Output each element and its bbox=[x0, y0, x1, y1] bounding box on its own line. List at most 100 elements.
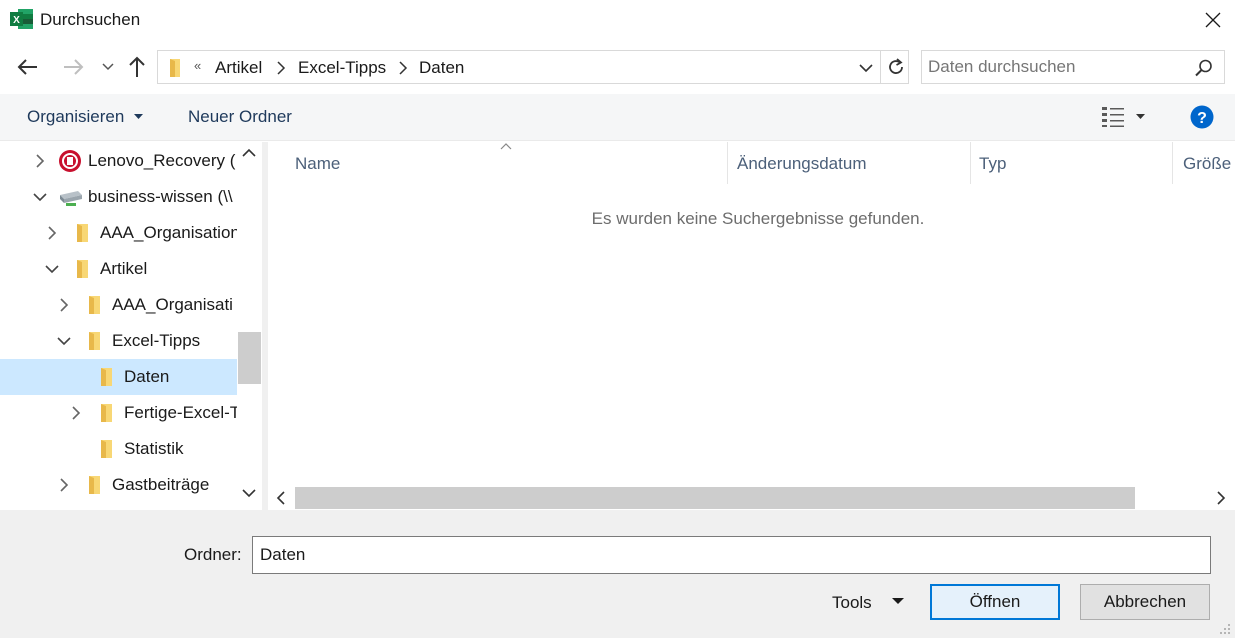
folder-input[interactable] bbox=[252, 536, 1211, 574]
arrow-right-icon bbox=[64, 59, 84, 75]
close-button[interactable] bbox=[1196, 4, 1230, 36]
divider bbox=[880, 51, 881, 83]
folder-label: Ordner: bbox=[184, 545, 242, 564]
arrow-left-icon bbox=[17, 59, 37, 75]
search-icon[interactable] bbox=[1194, 58, 1214, 78]
window-title: Durchsuchen bbox=[40, 10, 141, 29]
tree-item-daten[interactable]: Daten bbox=[0, 359, 237, 395]
excel-icon: X bbox=[10, 9, 33, 29]
dialog-footer: Ordner: Tools Öffnen Abbrechen bbox=[0, 510, 1235, 638]
tree-item-label: Artikel bbox=[100, 259, 148, 278]
column-header-date[interactable]: Änderungsdatum bbox=[728, 142, 970, 184]
tree-item-gastbeitraege[interactable]: Gastbeiträge bbox=[0, 467, 237, 503]
tree-item-label: Lenovo_Recovery ( bbox=[88, 151, 236, 170]
search-input[interactable] bbox=[928, 57, 1186, 77]
chevron-down-icon[interactable] bbox=[32, 189, 48, 205]
new-folder-button[interactable]: Neuer Ordner bbox=[188, 107, 292, 127]
tree-item-excel-tipps[interactable]: Excel-Tipps bbox=[0, 323, 237, 359]
chevron-down-icon[interactable] bbox=[44, 261, 60, 277]
tree-item-statistik[interactable]: Statistik bbox=[0, 431, 237, 467]
tree-item-business-wissen[interactable]: business-wissen (\\ bbox=[0, 179, 237, 215]
cancel-button[interactable]: Abbrechen bbox=[1080, 584, 1210, 620]
tree-item-fertige-excel[interactable]: Fertige-Excel-T bbox=[0, 395, 237, 431]
close-icon bbox=[1205, 12, 1221, 28]
folder-icon bbox=[170, 59, 180, 77]
chevron-right-icon[interactable] bbox=[32, 153, 48, 169]
folder-icon bbox=[77, 260, 88, 278]
folder-icon bbox=[89, 296, 100, 314]
scroll-right-icon[interactable] bbox=[1216, 491, 1226, 505]
folder-icon bbox=[77, 224, 88, 242]
column-header-name[interactable]: Name bbox=[268, 142, 727, 184]
folder-icon bbox=[101, 440, 112, 458]
chevron-down-icon[interactable] bbox=[56, 333, 72, 349]
tree-item-artikel[interactable]: Artikel bbox=[0, 251, 237, 287]
chevron-right-icon[interactable] bbox=[398, 61, 408, 75]
recent-locations-button[interactable] bbox=[93, 52, 123, 82]
search-box[interactable] bbox=[921, 50, 1225, 84]
folder-icon bbox=[89, 332, 100, 350]
column-header-size[interactable]: Größe bbox=[1173, 142, 1235, 184]
tree-item-label: business-wissen (\\ bbox=[88, 187, 233, 206]
tree-item-label: Excel-Tipps bbox=[112, 331, 201, 350]
empty-message: Es wurden keine Suchergebnisse gefunden. bbox=[591, 209, 925, 228]
chevron-right-icon[interactable] bbox=[56, 297, 72, 313]
column-header-label: Änderungsdatum bbox=[737, 154, 867, 173]
column-header-label: Name bbox=[295, 154, 341, 173]
recovery-drive-icon bbox=[59, 150, 81, 172]
breadcrumb-overflow[interactable]: « bbox=[194, 58, 201, 73]
scroll-down-icon[interactable] bbox=[242, 488, 256, 498]
dropdown-arrow-icon[interactable] bbox=[134, 114, 143, 120]
tree-item-label: Fertige-Excel-T bbox=[124, 403, 237, 422]
tree-item-label: AAA_Organisati bbox=[112, 295, 233, 314]
resize-grip-icon[interactable] bbox=[1218, 622, 1232, 636]
title-bar: X Durchsuchen bbox=[0, 0, 1235, 40]
dropdown-arrow-icon[interactable] bbox=[892, 598, 904, 605]
scrollbar-thumb[interactable] bbox=[295, 487, 1135, 509]
refresh-button[interactable] bbox=[884, 55, 908, 79]
scroll-up-icon[interactable] bbox=[242, 148, 256, 158]
tree-scrollbar[interactable] bbox=[237, 142, 262, 510]
svg-text:?: ? bbox=[1197, 110, 1207, 127]
chevron-right-icon[interactable] bbox=[68, 405, 84, 421]
tree-item-lenovo-recovery[interactable]: Lenovo_Recovery ( bbox=[0, 143, 237, 179]
tree-item-label: Daten bbox=[124, 367, 170, 386]
tree-item-label: Statistik bbox=[124, 439, 184, 458]
folder-icon bbox=[101, 404, 112, 422]
svg-text:X: X bbox=[13, 15, 20, 26]
breadcrumb-artikel[interactable]: Artikel bbox=[215, 58, 262, 78]
forward-button[interactable] bbox=[58, 52, 88, 82]
breadcrumb-daten[interactable]: Daten bbox=[419, 58, 464, 78]
chevron-right-icon[interactable] bbox=[276, 61, 286, 75]
up-button[interactable] bbox=[122, 52, 152, 82]
breadcrumb-excel-tipps[interactable]: Excel-Tipps bbox=[298, 58, 386, 78]
file-list-horizontal-scrollbar[interactable] bbox=[268, 486, 1235, 510]
network-drive-icon bbox=[60, 191, 82, 206]
column-header-label: Größe bbox=[1183, 154, 1232, 173]
details-view-icon[interactable] bbox=[1102, 106, 1126, 128]
address-bar[interactable]: « Artikel Excel-Tipps Daten bbox=[157, 50, 909, 84]
command-bar: Organisieren Neuer Ordner ? bbox=[0, 94, 1235, 141]
column-header-type[interactable]: Typ bbox=[971, 142, 1172, 184]
organize-button[interactable]: Organisieren bbox=[27, 107, 124, 127]
chevron-down-icon bbox=[102, 63, 114, 71]
navigation-pane: Lenovo_Recovery ( business-wissen (\\ AA… bbox=[0, 142, 262, 510]
chevron-right-icon[interactable] bbox=[44, 225, 60, 241]
scroll-left-icon[interactable] bbox=[276, 491, 286, 505]
folder-icon bbox=[89, 476, 100, 494]
view-options-dropdown[interactable] bbox=[1136, 114, 1145, 120]
tree-item-label: AAA_Organisation bbox=[100, 223, 237, 242]
chevron-down-icon bbox=[859, 63, 873, 72]
help-icon[interactable]: ? bbox=[1190, 105, 1214, 129]
tools-button[interactable]: Tools bbox=[832, 593, 872, 613]
column-header-label: Typ bbox=[979, 154, 1007, 173]
file-list[interactable]: Name Änderungsdatum Typ Größe Es wurden … bbox=[268, 142, 1235, 486]
open-button[interactable]: Öffnen bbox=[930, 584, 1060, 620]
scrollbar-thumb[interactable] bbox=[238, 332, 261, 384]
address-history-button[interactable] bbox=[856, 59, 876, 77]
tree-item-aaa-organisati[interactable]: AAA_Organisati bbox=[0, 287, 237, 323]
chevron-right-icon[interactable] bbox=[56, 477, 72, 493]
tree-item-aaa-organisation[interactable]: AAA_Organisation bbox=[0, 215, 237, 251]
back-button[interactable] bbox=[13, 52, 43, 82]
arrow-up-icon bbox=[129, 56, 145, 77]
